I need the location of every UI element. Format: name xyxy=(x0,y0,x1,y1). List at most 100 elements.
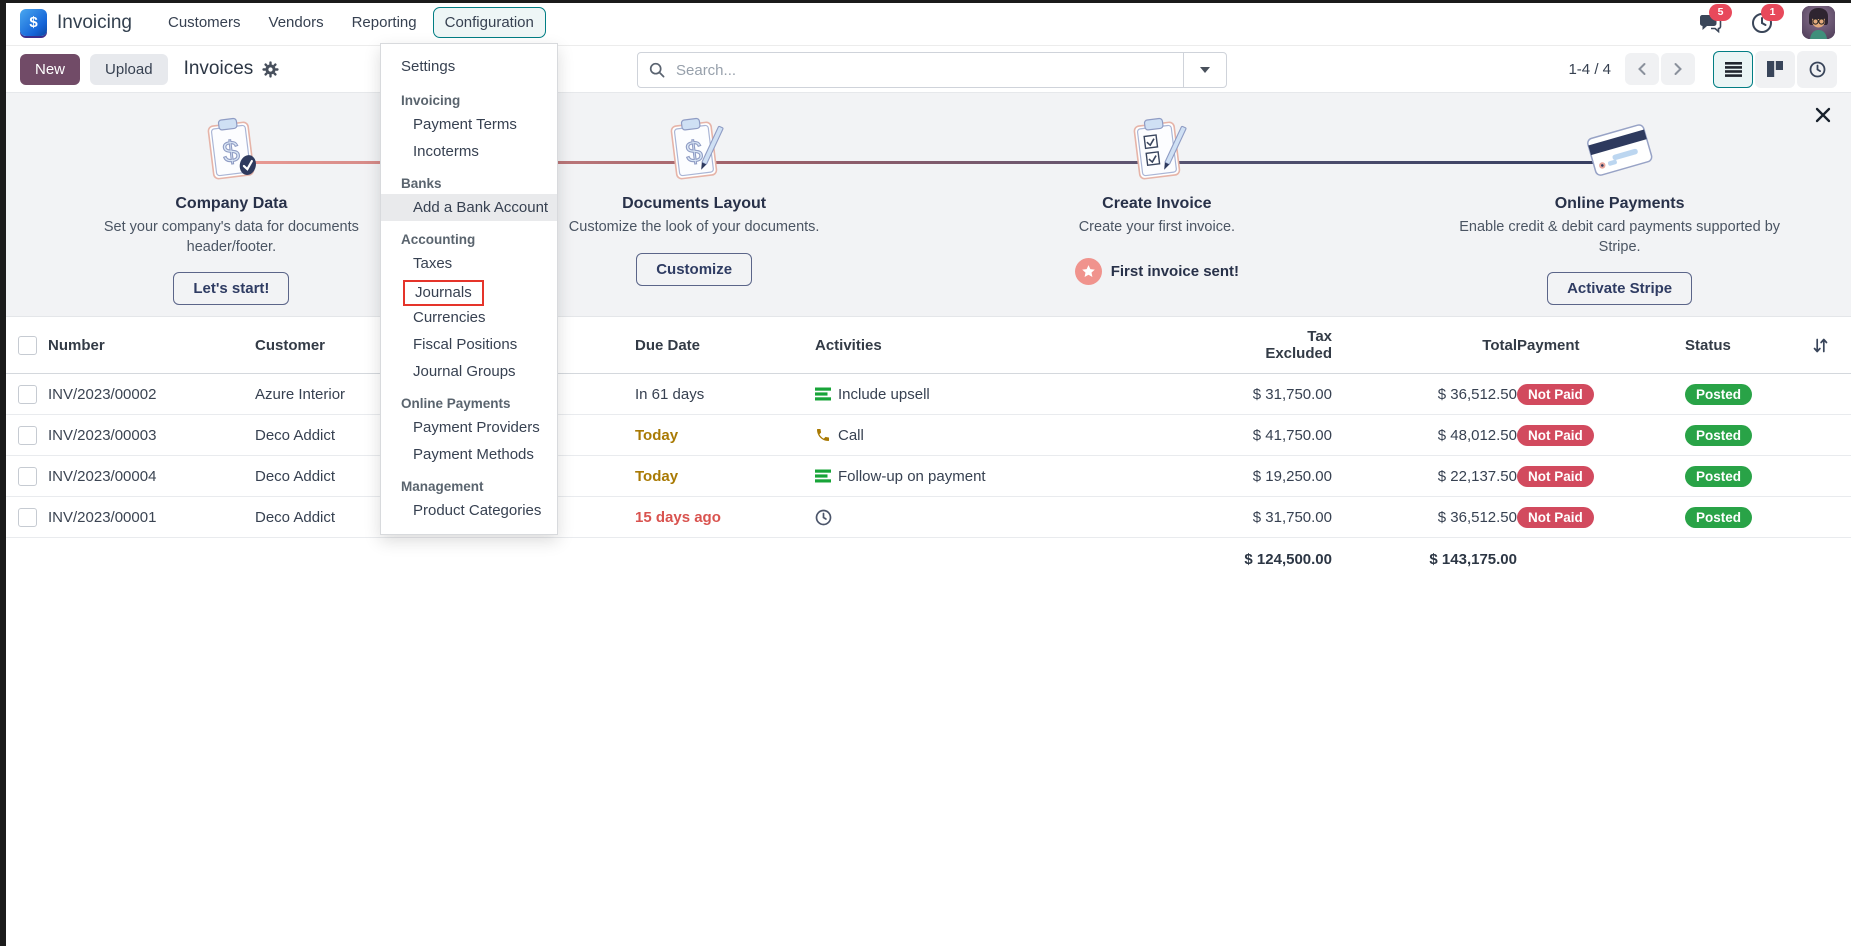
nav-item-configuration[interactable]: Configuration xyxy=(433,7,546,38)
total-amount: $ 36,512.50 xyxy=(1438,509,1517,526)
menu-item-payment-terms[interactable]: Payment Terms xyxy=(381,111,557,138)
lets-start-button[interactable]: Let's start! xyxy=(173,272,289,305)
menu-item-payment-methods[interactable]: Payment Methods xyxy=(381,441,557,468)
payment-status-badge: Not Paid xyxy=(1517,425,1594,446)
select-all-checkbox[interactable] xyxy=(18,336,37,355)
status-badge: Posted xyxy=(1685,507,1752,528)
chevron-left-icon xyxy=(1636,62,1648,76)
list-icon xyxy=(1725,62,1742,77)
invoicing-app-icon[interactable]: $ xyxy=(20,9,47,36)
row-checkbox[interactable] xyxy=(18,385,37,404)
journals-annotation-box[interactable]: Journals xyxy=(403,280,484,306)
clock-icon xyxy=(1750,22,1774,39)
customize-button[interactable]: Customize xyxy=(636,253,752,286)
app-title[interactable]: Invoicing xyxy=(57,12,132,34)
step-title: Company Data xyxy=(175,195,287,213)
onboarding-step-create-invoice: Create Invoice Create your first invoice… xyxy=(926,111,1389,316)
activate-stripe-button[interactable]: Activate Stripe xyxy=(1547,272,1692,305)
upload-button[interactable]: Upload xyxy=(90,54,168,85)
menu-item-product-categories[interactable]: Product Categories xyxy=(381,497,557,524)
menu-item-currencies[interactable]: Currencies xyxy=(381,304,557,331)
topbar-right: 5 1 xyxy=(1698,0,1835,45)
row-checkbox[interactable] xyxy=(18,467,37,486)
invoice-number: INV/2023/00004 xyxy=(48,468,255,485)
step-status-text: First invoice sent! xyxy=(1111,263,1239,280)
status-badge: Posted xyxy=(1685,384,1752,405)
step-description: Enable credit & debit card payments supp… xyxy=(1450,218,1790,257)
activities-count-badge: 1 xyxy=(1761,4,1784,21)
user-avatar[interactable] xyxy=(1802,6,1835,39)
new-button[interactable]: New xyxy=(20,54,80,85)
activity-view-button[interactable] xyxy=(1797,51,1837,88)
onboarding-banner: $ Company Data Set your company's data f… xyxy=(0,93,1851,317)
menu-item-settings[interactable]: Settings xyxy=(381,52,557,82)
due-date: Today xyxy=(635,468,815,485)
clipboard-dollar-check-icon: $ xyxy=(196,111,266,191)
column-header-payment[interactable]: Payment xyxy=(1517,337,1685,354)
nav-item-customers[interactable]: Customers xyxy=(156,7,253,38)
list-view-button[interactable] xyxy=(1713,51,1753,88)
table-row[interactable]: INV/2023/00003 Deco Addict Today Call $ … xyxy=(0,415,1851,456)
app-icon-glyph: $ xyxy=(29,14,37,31)
menu-section-online-payments: Online Payments xyxy=(381,393,557,414)
chevron-down-icon xyxy=(1200,67,1210,73)
nav-item-reporting[interactable]: Reporting xyxy=(340,7,429,38)
activity-label: Follow-up on payment xyxy=(838,468,986,485)
menu-item-payment-providers[interactable]: Payment Providers xyxy=(381,414,557,441)
activity-cell[interactable] xyxy=(815,509,1240,526)
search-input[interactable] xyxy=(674,61,1183,80)
activity-cell[interactable]: Follow-up on payment xyxy=(815,468,1240,485)
clipboard-dollar-pen-icon: $ xyxy=(659,111,729,191)
column-header-activities[interactable]: Activities xyxy=(815,337,1240,354)
pager-previous-button[interactable] xyxy=(1625,53,1659,85)
step-description: Set your company's data for documents he… xyxy=(61,218,401,257)
table-row[interactable]: INV/2023/00001 Deco Addict 15 days ago $… xyxy=(0,497,1851,538)
menu-section-banks: Banks xyxy=(381,173,557,194)
table-header-row: Number Customer Due Date Activities Tax … xyxy=(0,317,1851,374)
total-amount: $ 48,012.50 xyxy=(1438,427,1517,444)
search-icon xyxy=(649,62,665,78)
row-checkbox[interactable] xyxy=(18,426,37,445)
pager-next-button[interactable] xyxy=(1661,53,1695,85)
menu-item-add-bank-account[interactable]: Add a Bank Account xyxy=(381,194,557,221)
activities-button[interactable]: 1 xyxy=(1750,11,1774,35)
search-bar xyxy=(637,52,1227,88)
chat-bubbles-icon xyxy=(1698,22,1722,39)
star-icon xyxy=(1075,258,1102,285)
invoice-number: INV/2023/00002 xyxy=(48,386,255,403)
pager-and-views: 1-4 / 4 xyxy=(1568,46,1837,92)
menu-section-management: Management xyxy=(381,476,557,497)
menu-item-taxes[interactable]: Taxes xyxy=(381,250,557,277)
menu-item-journal-groups[interactable]: Journal Groups xyxy=(381,358,557,385)
tax-excluded-amount: $ 31,750.00 xyxy=(1253,509,1332,526)
activity-label: Call xyxy=(838,427,864,444)
search-filters-toggle[interactable] xyxy=(1183,53,1226,87)
column-header-due-date[interactable]: Due Date xyxy=(635,337,815,354)
tasks-icon xyxy=(815,468,831,484)
payment-status-badge: Not Paid xyxy=(1517,466,1594,487)
clock-icon xyxy=(815,509,832,526)
clipboard-checklist-icon xyxy=(1122,111,1192,191)
menu-item-fiscal-positions[interactable]: Fiscal Positions xyxy=(381,331,557,358)
phone-icon xyxy=(815,427,831,443)
column-header-tax-excluded[interactable]: Tax Excluded xyxy=(1240,328,1332,362)
kanban-view-button[interactable] xyxy=(1755,51,1795,88)
table-row[interactable]: INV/2023/00002 Azure Interior In 61 days… xyxy=(0,374,1851,415)
tax-excluded-amount: $ 41,750.00 xyxy=(1253,427,1332,444)
activity-cell[interactable]: Include upsell xyxy=(815,386,1240,403)
column-header-number[interactable]: Number xyxy=(48,337,255,354)
menu-item-incoterms[interactable]: Incoterms xyxy=(381,138,557,165)
column-header-total[interactable]: Total xyxy=(1482,337,1517,354)
row-checkbox[interactable] xyxy=(18,508,37,527)
configuration-dropdown-menu: Settings Invoicing Payment Terms Incoter… xyxy=(380,43,558,535)
gear-icon[interactable] xyxy=(262,61,279,78)
activity-cell[interactable]: Call xyxy=(815,427,1240,444)
messages-button[interactable]: 5 xyxy=(1698,11,1722,35)
optional-columns-icon[interactable] xyxy=(1812,337,1829,354)
control-bar: New Upload Invoices 1-4 / 4 xyxy=(0,46,1851,93)
menu-item-journals[interactable]: Journals xyxy=(381,277,557,304)
invoice-list: Number Customer Due Date Activities Tax … xyxy=(0,317,1851,580)
column-header-status[interactable]: Status xyxy=(1685,337,1790,354)
table-row[interactable]: INV/2023/00004 Deco Addict Today Follow-… xyxy=(0,456,1851,497)
nav-item-vendors[interactable]: Vendors xyxy=(257,7,336,38)
